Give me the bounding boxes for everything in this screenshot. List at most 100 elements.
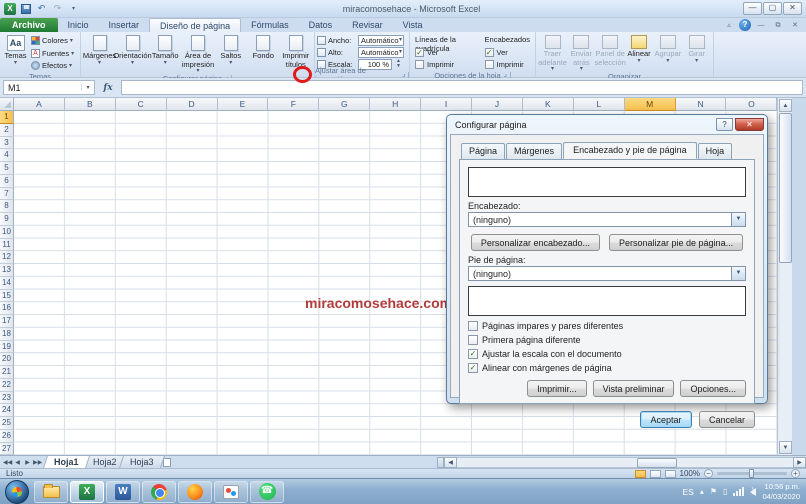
customize-qat-button[interactable]: ▾	[67, 2, 80, 15]
chevron-down-icon[interactable]: ▼	[731, 213, 745, 226]
row-header-26[interactable]: 26	[0, 429, 14, 443]
ribbon-tab-insertar[interactable]: Insertar	[99, 18, 150, 32]
taskbar-excel-button[interactable]: X	[70, 480, 104, 503]
column-header-m[interactable]: M	[624, 98, 676, 111]
sheet-tab-hoja3[interactable]: Hoja3	[119, 456, 165, 468]
collapse-ribbon-icon[interactable]: ▵	[722, 20, 736, 31]
taskbar-whatsapp-button[interactable]: ☎	[250, 480, 284, 503]
row-header-7[interactable]: 7	[0, 187, 14, 201]
column-header-l[interactable]: L	[573, 98, 625, 111]
checkbox-paginas-impares-y-pares-diferentes[interactable]: Páginas impares y pares diferentes	[468, 320, 746, 331]
column-header-n[interactable]: N	[675, 98, 727, 111]
taskbar-word-button[interactable]: W	[106, 480, 140, 503]
next-sheet-icon[interactable]: ▶	[23, 459, 32, 466]
ribbon-tab-diseno-de-pagina[interactable]: Diseño de página	[149, 18, 242, 32]
formula-input[interactable]	[121, 80, 803, 95]
alto-combo[interactable]: Automático ▾	[358, 46, 404, 58]
column-header-g[interactable]: G	[319, 98, 371, 111]
undo-button[interactable]: ↶	[35, 2, 48, 15]
insert-function-button[interactable]: fx	[97, 83, 119, 93]
ribbon-button-saltos[interactable]: Saltos ▾	[215, 34, 248, 66]
footer-dropdown[interactable]: (ninguno) ▼	[468, 266, 746, 281]
accept-button[interactable]: Aceptar	[639, 411, 692, 428]
row-header-25[interactable]: 25	[0, 417, 14, 430]
row-header-10[interactable]: 10	[0, 225, 14, 239]
row-header-5[interactable]: 5	[0, 162, 14, 175]
chevron-down-icon[interactable]: ▼	[731, 267, 745, 280]
column-header-i[interactable]: I	[421, 98, 473, 111]
colores-button[interactable]: Colores ▾	[31, 35, 74, 46]
row-header-16[interactable]: 16	[0, 302, 14, 315]
ribbon-button-alinear[interactable]: Alinear ▾	[625, 34, 654, 64]
scroll-up-icon[interactable]: ▲	[779, 99, 792, 112]
print-button[interactable]: Imprimir...	[527, 380, 587, 397]
column-header-o[interactable]: O	[726, 98, 778, 111]
dialog-close-button[interactable]: ✕	[735, 118, 764, 131]
column-header-e[interactable]: E	[217, 98, 269, 111]
action-center-icon[interactable]: ⚑	[710, 487, 717, 496]
dialog-tab-margenes[interactable]: Márgenes	[506, 143, 563, 160]
clock[interactable]: 10:56 p.m. 04/03/2020	[762, 482, 800, 501]
horizontal-scrollbar[interactable]: ◀ ▶	[437, 456, 806, 468]
dialog-tab-hoja[interactable]: Hoja	[697, 143, 733, 160]
row-header-8[interactable]: 8	[0, 200, 14, 213]
ribbon-button-imprimir-titulos[interactable]: Imprimir títulos	[280, 34, 313, 70]
row-header-14[interactable]: 14	[0, 276, 14, 290]
dialog-tab-pagina[interactable]: Página	[461, 143, 506, 160]
ribbon-button-fondo[interactable]: Fondo	[247, 34, 280, 62]
column-header-c[interactable]: C	[115, 98, 167, 111]
row-header-27[interactable]: 27	[0, 442, 14, 456]
zoom-slider[interactable]	[717, 469, 787, 478]
row-header-11[interactable]: 11	[0, 238, 14, 252]
taskbar-chrome-button[interactable]	[142, 480, 176, 503]
row-header-3[interactable]: 3	[0, 136, 14, 150]
row-header-1[interactable]: 1	[0, 111, 14, 124]
ribbon-tab-vista[interactable]: Vista	[393, 18, 433, 32]
checkbox-encabezados-ver[interactable]: ✓ Ver	[484, 46, 530, 58]
start-button[interactable]	[5, 479, 29, 504]
ribbon-button-orientacion[interactable]: Orientación ▾	[113, 34, 152, 66]
ribbon-tab-formulas[interactable]: Fórmulas	[241, 18, 299, 32]
column-header-a[interactable]: A	[14, 98, 65, 111]
checkbox-lineas-de-la-cuadricula-imprimir[interactable]: Imprimir	[415, 58, 479, 70]
column-header-d[interactable]: D	[166, 98, 218, 111]
checkbox-alinear-con-margenes-de-pagina[interactable]: ✓ Alinear con márgenes de página	[468, 362, 746, 373]
normal-view-button[interactable]	[634, 469, 646, 478]
taskbar-firefox-button[interactable]	[178, 480, 212, 503]
zoom-in-button[interactable]: +	[791, 469, 800, 478]
temas-button[interactable]: Aa Temas ▾	[2, 34, 29, 66]
row-header-19[interactable]: 19	[0, 340, 14, 354]
ribbon-tab-datos[interactable]: Datos	[299, 18, 343, 32]
ribbon-button-margenes[interactable]: Márgenes ▾	[83, 34, 116, 66]
row-header-22[interactable]: 22	[0, 378, 14, 392]
row-header-18[interactable]: 18	[0, 327, 14, 341]
header-dropdown[interactable]: (ninguno) ▼	[468, 212, 746, 227]
close-button[interactable]: ✕	[783, 2, 802, 15]
redo-button[interactable]: ↷	[51, 2, 64, 15]
horizontal-scroll-thumb[interactable]	[637, 457, 677, 468]
column-header-k[interactable]: K	[522, 98, 574, 111]
vertical-scroll-thumb[interactable]	[779, 113, 792, 263]
zoom-level[interactable]: 100%	[680, 469, 700, 478]
checkbox-ajustar-la-escala-con-el-documento[interactable]: ✓ Ajustar la escala con el documento	[468, 348, 746, 359]
row-header-9[interactable]: 9	[0, 213, 14, 226]
checkbox-primera-pagina-diferente[interactable]: Primera página diferente	[468, 334, 746, 345]
save-button[interactable]	[19, 2, 32, 15]
name-box-dropdown-icon[interactable]: ▾	[81, 84, 94, 91]
fuentes-button[interactable]: A Fuentes ▾	[31, 48, 74, 59]
scroll-right-icon[interactable]: ▶	[793, 456, 806, 468]
zoom-slider-thumb[interactable]	[749, 469, 754, 478]
page-layout-view-button[interactable]	[649, 469, 661, 478]
column-header-h[interactable]: H	[370, 98, 422, 111]
minimize-button[interactable]: —	[743, 2, 762, 15]
horizontal-scroll-track[interactable]	[457, 456, 793, 468]
scroll-down-icon[interactable]: ▼	[779, 441, 792, 454]
row-header-24[interactable]: 24	[0, 404, 14, 417]
vertical-scrollbar[interactable]: ▲ ▼	[777, 98, 792, 455]
row-header-21[interactable]: 21	[0, 366, 14, 379]
dialog-help-button[interactable]: ?	[716, 118, 733, 131]
column-header-f[interactable]: F	[268, 98, 320, 111]
workbook-minimize-icon[interactable]: —	[754, 20, 768, 31]
network-icon[interactable]	[733, 487, 745, 496]
column-header-b[interactable]: B	[64, 98, 116, 111]
